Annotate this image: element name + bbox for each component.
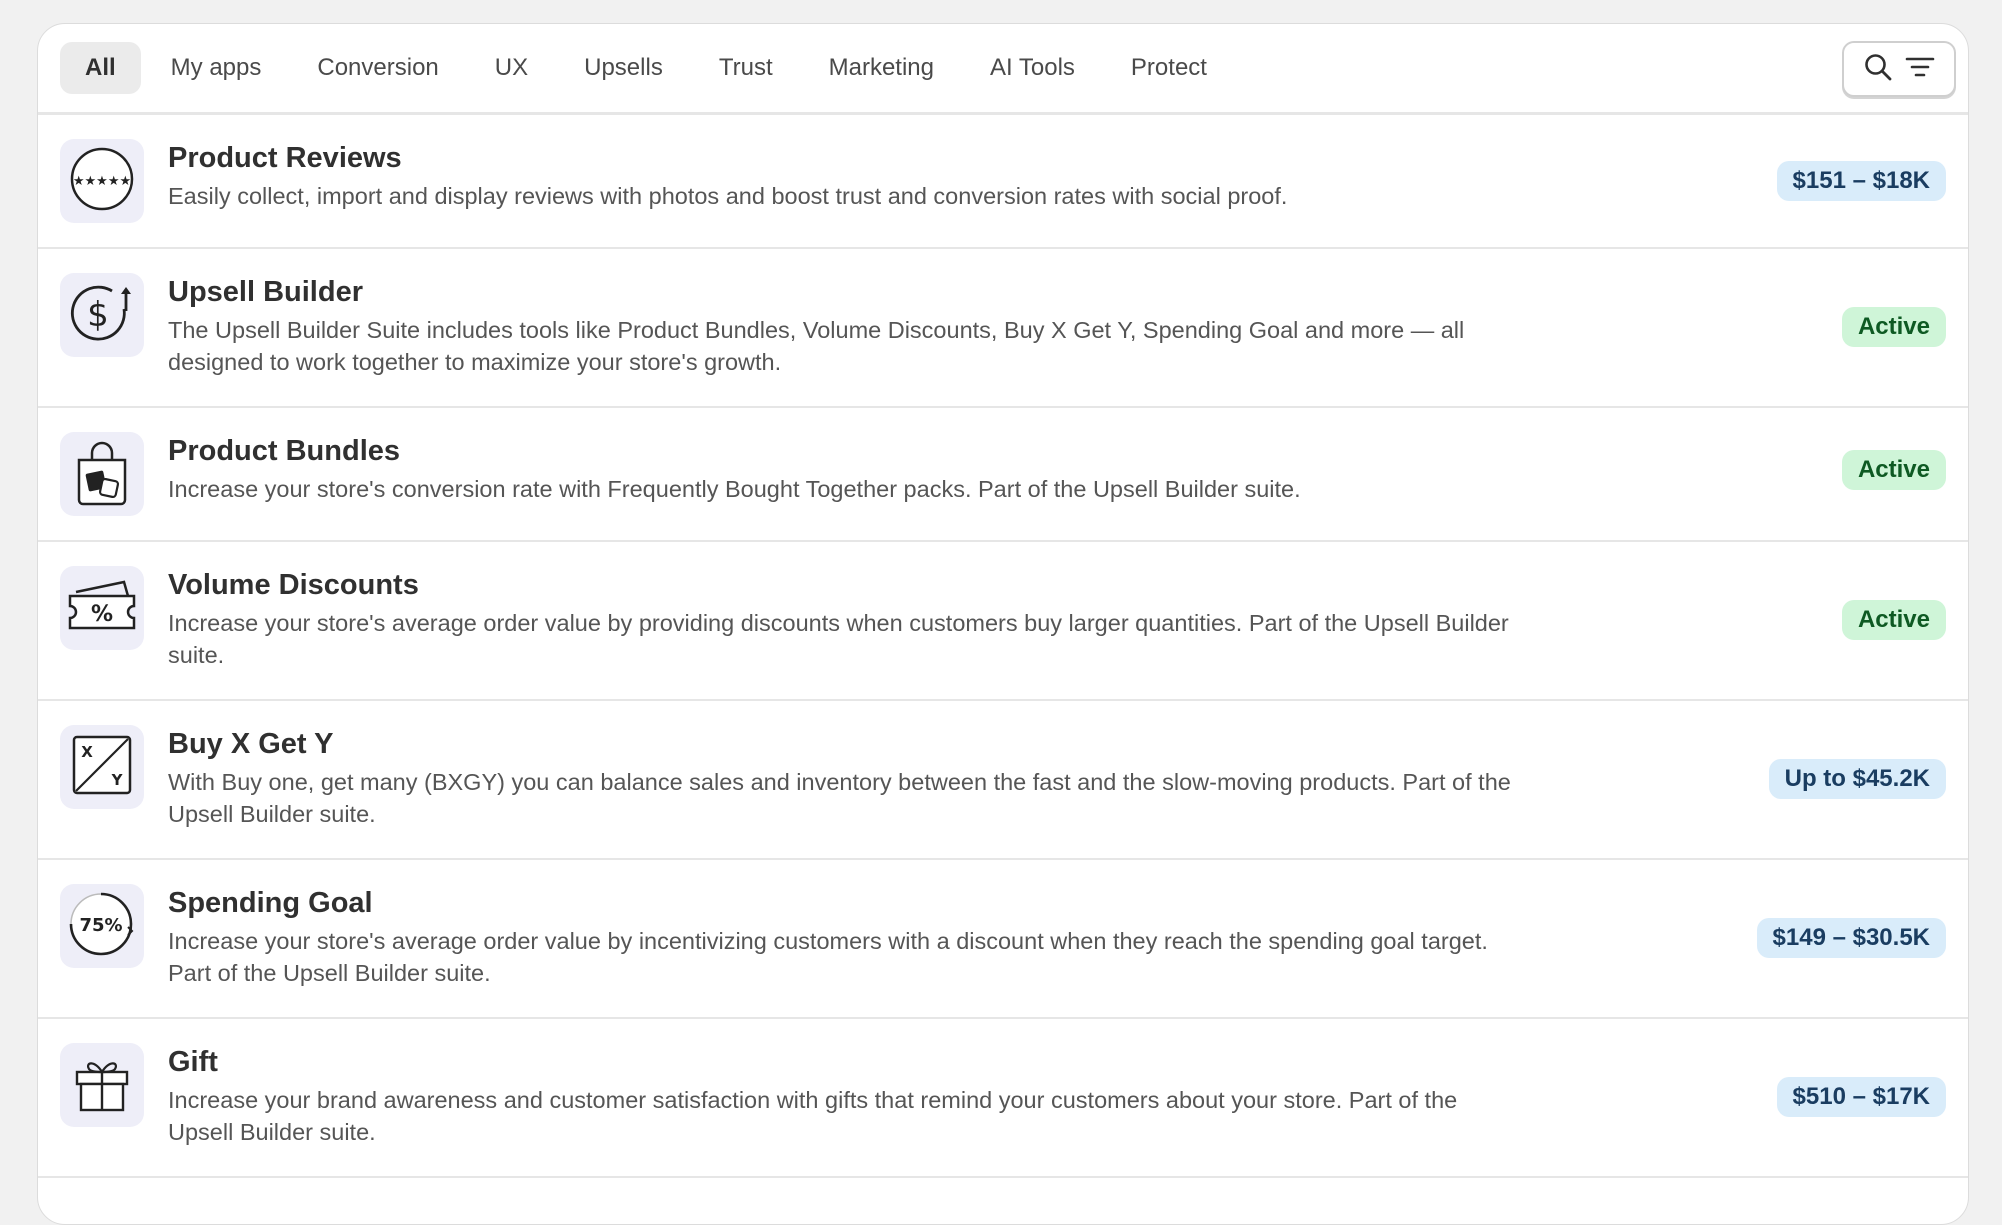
app-icon-container: % xyxy=(60,566,144,650)
svg-text:%: % xyxy=(91,602,113,627)
filter-icon xyxy=(1905,55,1935,84)
buy-x-get-y-icon: X Y xyxy=(71,734,133,801)
apps-card: All My apps Conversion UX Upsells Trust … xyxy=(37,23,1969,1225)
list-item-buy-x-get-y[interactable]: X Y Buy X Get Y With Buy one, get many (… xyxy=(38,701,1968,860)
price-badge: $149 – $30.5K xyxy=(1756,918,1946,958)
app-icon-container: 75% xyxy=(60,884,144,968)
progress-label: 75% xyxy=(79,915,122,936)
list-item-upsell-builder[interactable]: $ Upsell Builder The Upsell Builder Suit… xyxy=(38,249,1968,408)
svg-text:Y: Y xyxy=(111,771,124,789)
status-badge: Active xyxy=(1841,307,1946,347)
progress-75-icon: 75% xyxy=(68,890,136,963)
app-title[interactable]: Volume Discounts xyxy=(168,568,1528,602)
app-icon-container: ★★★★★ xyxy=(60,139,144,223)
app-title[interactable]: Buy X Get Y xyxy=(168,727,1528,761)
price-badge: $510 – $17K xyxy=(1776,1077,1946,1117)
category-tabs: All My apps Conversion UX Upsells Trust … xyxy=(38,24,1968,115)
list-item-spending-goal[interactable]: 75% Spending Goal Increase your store's … xyxy=(38,860,1968,1019)
list-item-gift[interactable]: Gift Increase your brand awareness and c… xyxy=(38,1019,1968,1178)
discount-ticket-icon: % xyxy=(66,578,138,639)
list-item-product-bundles[interactable]: Product Bundles Increase your store's co… xyxy=(38,408,1968,542)
tab-all[interactable]: All xyxy=(60,42,141,94)
svg-text:★★★★★: ★★★★★ xyxy=(73,174,131,189)
app-icon-container: $ xyxy=(60,273,144,357)
app-title[interactable]: Upsell Builder xyxy=(168,275,1528,309)
app-icon-container xyxy=(60,1043,144,1127)
app-description: With Buy one, get many (BXGY) you can ba… xyxy=(168,769,1511,827)
search-icon xyxy=(1863,52,1893,87)
tab-conversion[interactable]: Conversion xyxy=(291,42,464,94)
app-icon-container: X Y xyxy=(60,725,144,809)
tab-marketing[interactable]: Marketing xyxy=(803,42,960,94)
tab-ux[interactable]: UX xyxy=(469,42,554,94)
search-filter-button[interactable] xyxy=(1842,41,1956,97)
list-item-volume-discounts[interactable]: % Volume Discounts Increase your store's… xyxy=(38,542,1968,701)
app-description: Easily collect, import and display revie… xyxy=(168,183,1288,209)
app-title[interactable]: Product Reviews xyxy=(168,141,1528,175)
status-badge: Active xyxy=(1841,600,1946,640)
svg-text:X: X xyxy=(81,743,93,761)
app-description: Increase your brand awareness and custom… xyxy=(168,1087,1458,1145)
rating-stars-icon: ★★★★★ xyxy=(69,146,135,217)
tab-my-apps[interactable]: My apps xyxy=(145,42,288,94)
app-title[interactable]: Spending Goal xyxy=(168,886,1528,920)
shopping-bag-icon xyxy=(71,438,133,511)
svg-text:$: $ xyxy=(87,295,109,335)
tab-protect[interactable]: Protect xyxy=(1105,42,1233,94)
status-badge: Active xyxy=(1841,450,1946,490)
app-title[interactable]: Product Bundles xyxy=(168,434,1528,468)
dollar-growth-icon: $ xyxy=(68,279,136,352)
app-description: Increase your store's conversion rate wi… xyxy=(168,476,1301,502)
list-item-product-reviews[interactable]: ★★★★★ Product Reviews Easily collect, im… xyxy=(38,115,1968,249)
price-badge: $151 – $18K xyxy=(1776,161,1946,201)
tab-trust[interactable]: Trust xyxy=(693,42,799,94)
tab-upsells[interactable]: Upsells xyxy=(558,42,689,94)
app-description: Increase your store's average order valu… xyxy=(168,928,1488,986)
app-description: Increase your store's average order valu… xyxy=(168,610,1509,668)
gift-icon xyxy=(71,1052,133,1119)
app-icon-container xyxy=(60,432,144,516)
tab-ai-tools[interactable]: AI Tools xyxy=(964,42,1101,94)
app-title[interactable]: Gift xyxy=(168,1045,1528,1079)
price-badge: Up to $45.2K xyxy=(1768,759,1946,799)
app-description: The Upsell Builder Suite includes tools … xyxy=(168,317,1465,375)
